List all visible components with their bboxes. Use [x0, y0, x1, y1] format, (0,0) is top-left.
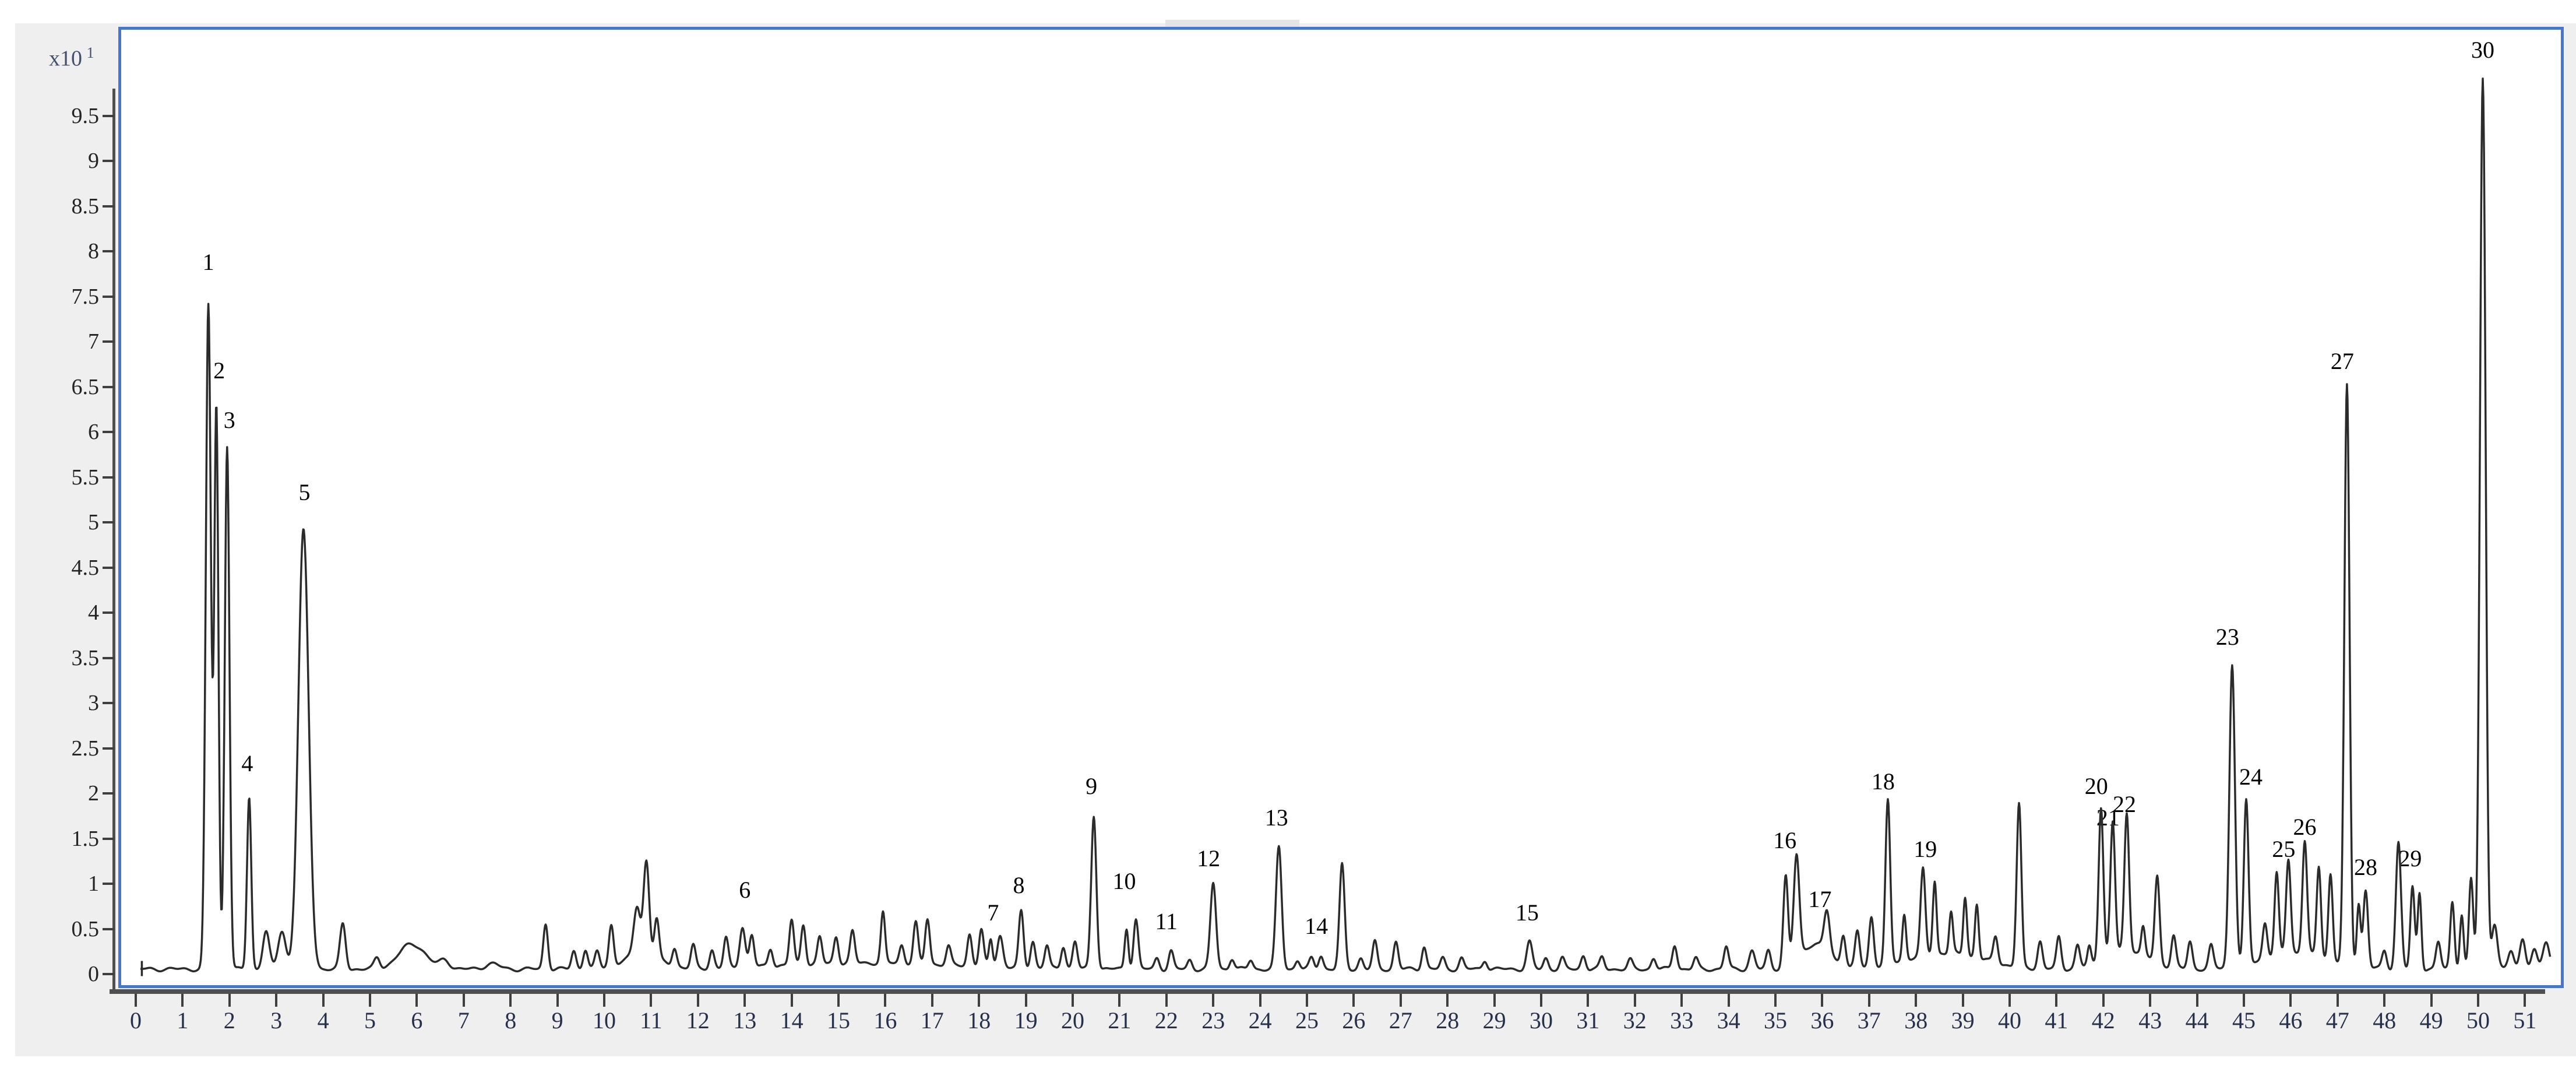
chromatogram-trace [140, 79, 2550, 972]
chromatogram-trace-svg [0, 0, 2576, 1079]
chromatogram-screenshot: x10 1 9.598.587.576.565.554.543.532.521.… [0, 0, 2576, 1079]
